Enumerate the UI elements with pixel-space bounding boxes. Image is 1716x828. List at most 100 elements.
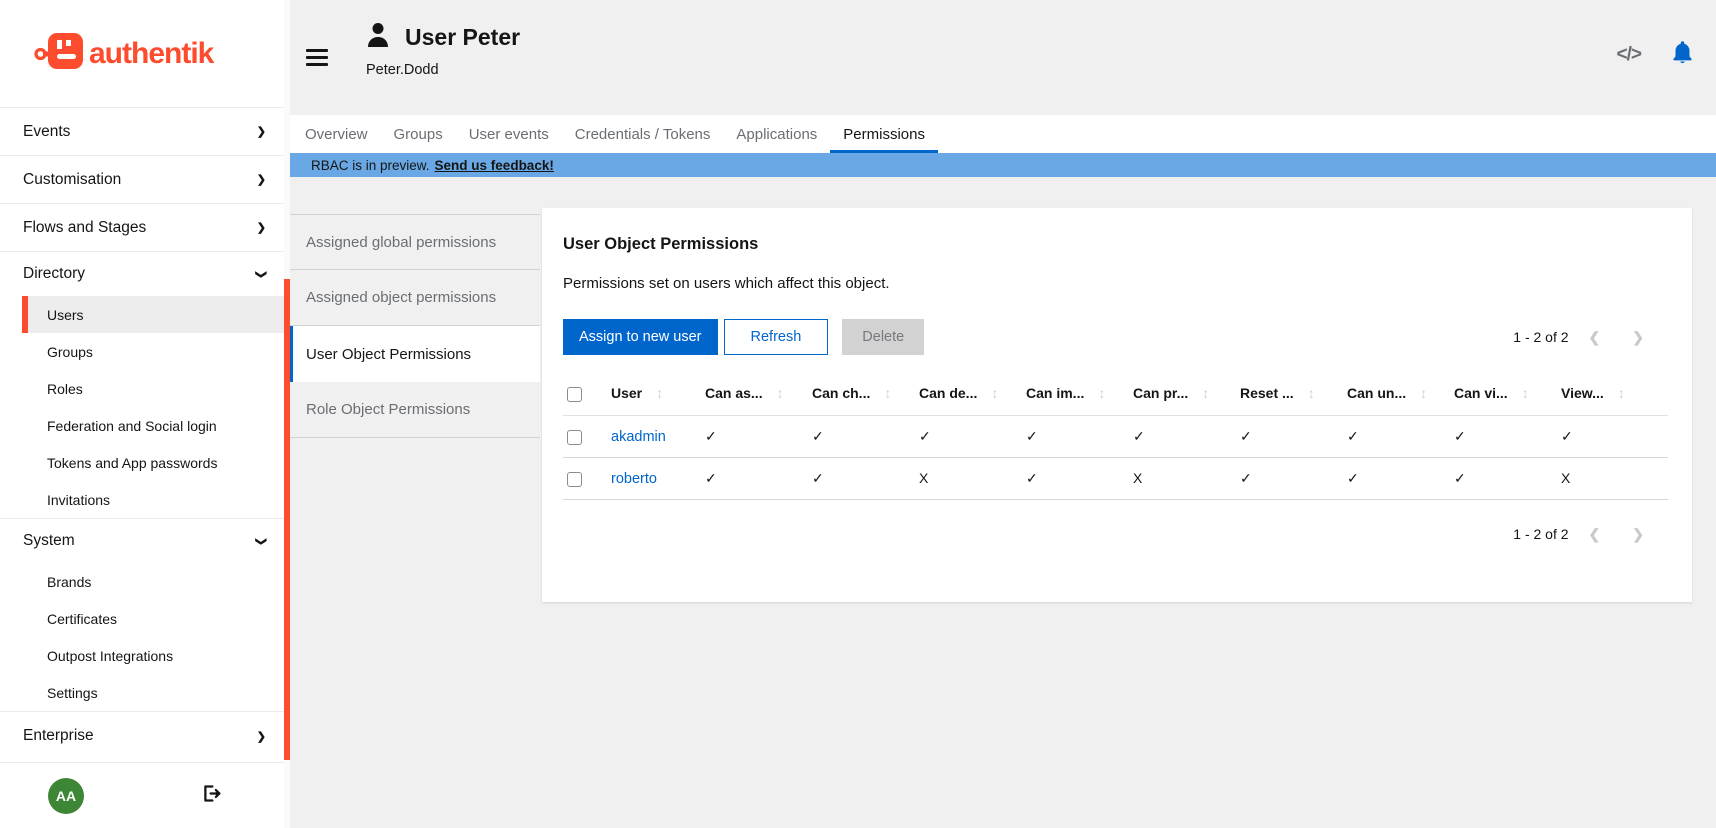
permission-cell: ✓: [1454, 415, 1561, 457]
column-header-can-vi[interactable]: Can vi...↕: [1454, 377, 1561, 415]
user-link-akadmin[interactable]: akadmin: [611, 429, 666, 445]
sidebar-item-certificates[interactable]: Certificates: [0, 600, 284, 637]
permission-cell: ✓: [1026, 457, 1133, 499]
tab-overview[interactable]: Overview: [292, 115, 381, 153]
permission-cell: ✓: [919, 415, 1026, 457]
column-header-can-im[interactable]: Can im...↕: [1026, 377, 1133, 415]
sidebar-item-groups[interactable]: Groups: [0, 333, 284, 370]
sidebar-item-customisation[interactable]: Customisation ❯: [0, 156, 284, 204]
sidebar-item-users[interactable]: Users: [22, 296, 284, 333]
tab-credentials-tokens[interactable]: Credentials / Tokens: [562, 115, 724, 153]
sidebar-item-enterprise[interactable]: Enterprise ❯: [0, 712, 284, 760]
permission-cell: X: [919, 457, 1026, 499]
tab-applications[interactable]: Applications: [723, 115, 830, 153]
chevron-down-icon: ❯: [255, 269, 268, 278]
column-header-can-ch[interactable]: Can ch...↕: [812, 377, 919, 415]
permission-cell: ✓: [1240, 457, 1347, 499]
sort-icon: ↕: [1618, 385, 1625, 401]
permission-cell: X: [1133, 457, 1240, 499]
sort-icon: ↕: [991, 385, 998, 401]
subnav-role-object-permissions[interactable]: Role Object Permissions: [290, 382, 540, 438]
pagination-label: 1 - 2 of 2: [1513, 526, 1568, 542]
page-subtitle: Peter.Dodd: [366, 62, 520, 78]
toolbar: Assign to new user Refresh Delete 1 - 2 …: [563, 319, 1668, 355]
chevron-down-icon: ❯: [255, 536, 268, 545]
select-row-checkbox[interactable]: [567, 430, 582, 445]
permission-cell: ✓: [1347, 457, 1454, 499]
user-object-permissions-card: User Object Permissions Permissions set …: [542, 208, 1692, 602]
sort-icon: ↕: [1308, 385, 1315, 401]
subnav-user-object-permissions[interactable]: User Object Permissions: [290, 326, 540, 382]
permission-cell: ✓: [1561, 415, 1668, 457]
subnav-assigned-object-permissions[interactable]: Assigned object permissions: [290, 270, 540, 326]
feedback-link[interactable]: Send us feedback!: [435, 158, 554, 173]
sidebar-footer: AA: [0, 762, 284, 828]
authentik-logo-icon: [33, 31, 85, 76]
column-header-can-un[interactable]: Can un...↕: [1347, 377, 1454, 415]
chevron-right-icon: ❯: [257, 221, 266, 234]
sidebar-item-events[interactable]: Events ❯: [0, 108, 284, 156]
permission-cell: ✓: [1240, 415, 1347, 457]
tab-permissions[interactable]: Permissions: [830, 115, 938, 153]
column-header-can-pr[interactable]: Can pr...↕: [1133, 377, 1240, 415]
topbar-actions: </>: [1617, 40, 1694, 70]
sidebar-item-outpost-integrations[interactable]: Outpost Integrations: [0, 637, 284, 674]
sort-icon: ↕: [1098, 385, 1105, 401]
permissions-table: User↕ Can as...↕ Can ch...↕ Can de...↕ C…: [563, 377, 1668, 500]
sort-icon: ↕: [1202, 385, 1209, 401]
sidebar: authentik Events ❯ Customisation ❯ Flows…: [0, 0, 284, 828]
sidebar-item-system[interactable]: System ❯: [0, 519, 284, 563]
tab-user-events[interactable]: User events: [456, 115, 562, 153]
sidebar-item-flows-and-stages[interactable]: Flows and Stages ❯: [0, 204, 284, 252]
sidebar-nav: Events ❯ Customisation ❯ Flows and Stage…: [0, 108, 284, 762]
assign-to-new-user-button[interactable]: Assign to new user: [563, 319, 718, 355]
sidebar-item-invitations[interactable]: Invitations: [0, 481, 284, 518]
api-code-icon[interactable]: </>: [1617, 44, 1641, 66]
sidebar-item-federation[interactable]: Federation and Social login: [0, 407, 284, 444]
permission-cell: ✓: [1026, 415, 1133, 457]
delete-button[interactable]: Delete: [842, 319, 924, 355]
bell-icon[interactable]: [1671, 40, 1694, 70]
pagination-label: 1 - 2 of 2: [1513, 329, 1568, 345]
rbac-preview-banner: RBAC is in preview. Send us feedback!: [290, 153, 1716, 177]
column-header-can-de[interactable]: Can de...↕: [919, 377, 1026, 415]
prev-page-icon[interactable]: ❮: [1589, 526, 1601, 543]
chevron-right-icon: ❯: [257, 125, 266, 138]
avatar[interactable]: AA: [48, 778, 84, 814]
table-row: roberto ✓ ✓ X ✓ X ✓ ✓ ✓ X: [563, 457, 1668, 499]
tab-groups[interactable]: Groups: [381, 115, 456, 153]
sidebar-item-roles[interactable]: Roles: [0, 370, 284, 407]
pagination-top: 1 - 2 of 2 ❮ ❯: [1513, 329, 1644, 346]
select-all-checkbox[interactable]: [567, 387, 582, 402]
permission-cell: ✓: [812, 415, 919, 457]
sidebar-item-directory[interactable]: Directory ❯: [0, 252, 284, 296]
sort-icon: ↕: [777, 385, 784, 401]
sidebar-item-brands[interactable]: Brands: [0, 563, 284, 600]
sidebar-item-tokens[interactable]: Tokens and App passwords: [0, 444, 284, 481]
permission-cell: ✓: [705, 415, 812, 457]
permission-cell: ✓: [812, 457, 919, 499]
prev-page-icon[interactable]: ❮: [1589, 329, 1601, 346]
select-row-checkbox[interactable]: [567, 472, 582, 487]
sign-out-icon[interactable]: [201, 783, 222, 809]
permission-cell: X: [1561, 457, 1668, 499]
user-link-roberto[interactable]: roberto: [611, 471, 657, 487]
next-page-icon[interactable]: ❯: [1632, 329, 1644, 346]
column-header-can-as[interactable]: Can as...↕: [705, 377, 812, 415]
user-icon: [366, 22, 390, 53]
brand-logo[interactable]: authentik: [0, 0, 284, 108]
permission-cell: ✓: [1133, 415, 1240, 457]
column-header-reset[interactable]: Reset ...↕: [1240, 377, 1347, 415]
sidebar-item-settings[interactable]: Settings: [0, 674, 284, 711]
column-header-view[interactable]: View...↕: [1561, 377, 1668, 415]
refresh-button[interactable]: Refresh: [724, 319, 829, 355]
table-row: akadmin ✓ ✓ ✓ ✓ ✓ ✓ ✓ ✓ ✓: [563, 415, 1668, 457]
menu-icon[interactable]: [306, 49, 328, 70]
next-page-icon[interactable]: ❯: [1632, 526, 1644, 543]
permission-cell: ✓: [1347, 415, 1454, 457]
column-header-user[interactable]: User↕: [611, 377, 705, 415]
sort-icon: ↕: [884, 385, 891, 401]
permission-cell: ✓: [705, 457, 812, 499]
subnav-assigned-global-permissions[interactable]: Assigned global permissions: [290, 214, 540, 270]
brand-name: authentik: [89, 37, 213, 71]
